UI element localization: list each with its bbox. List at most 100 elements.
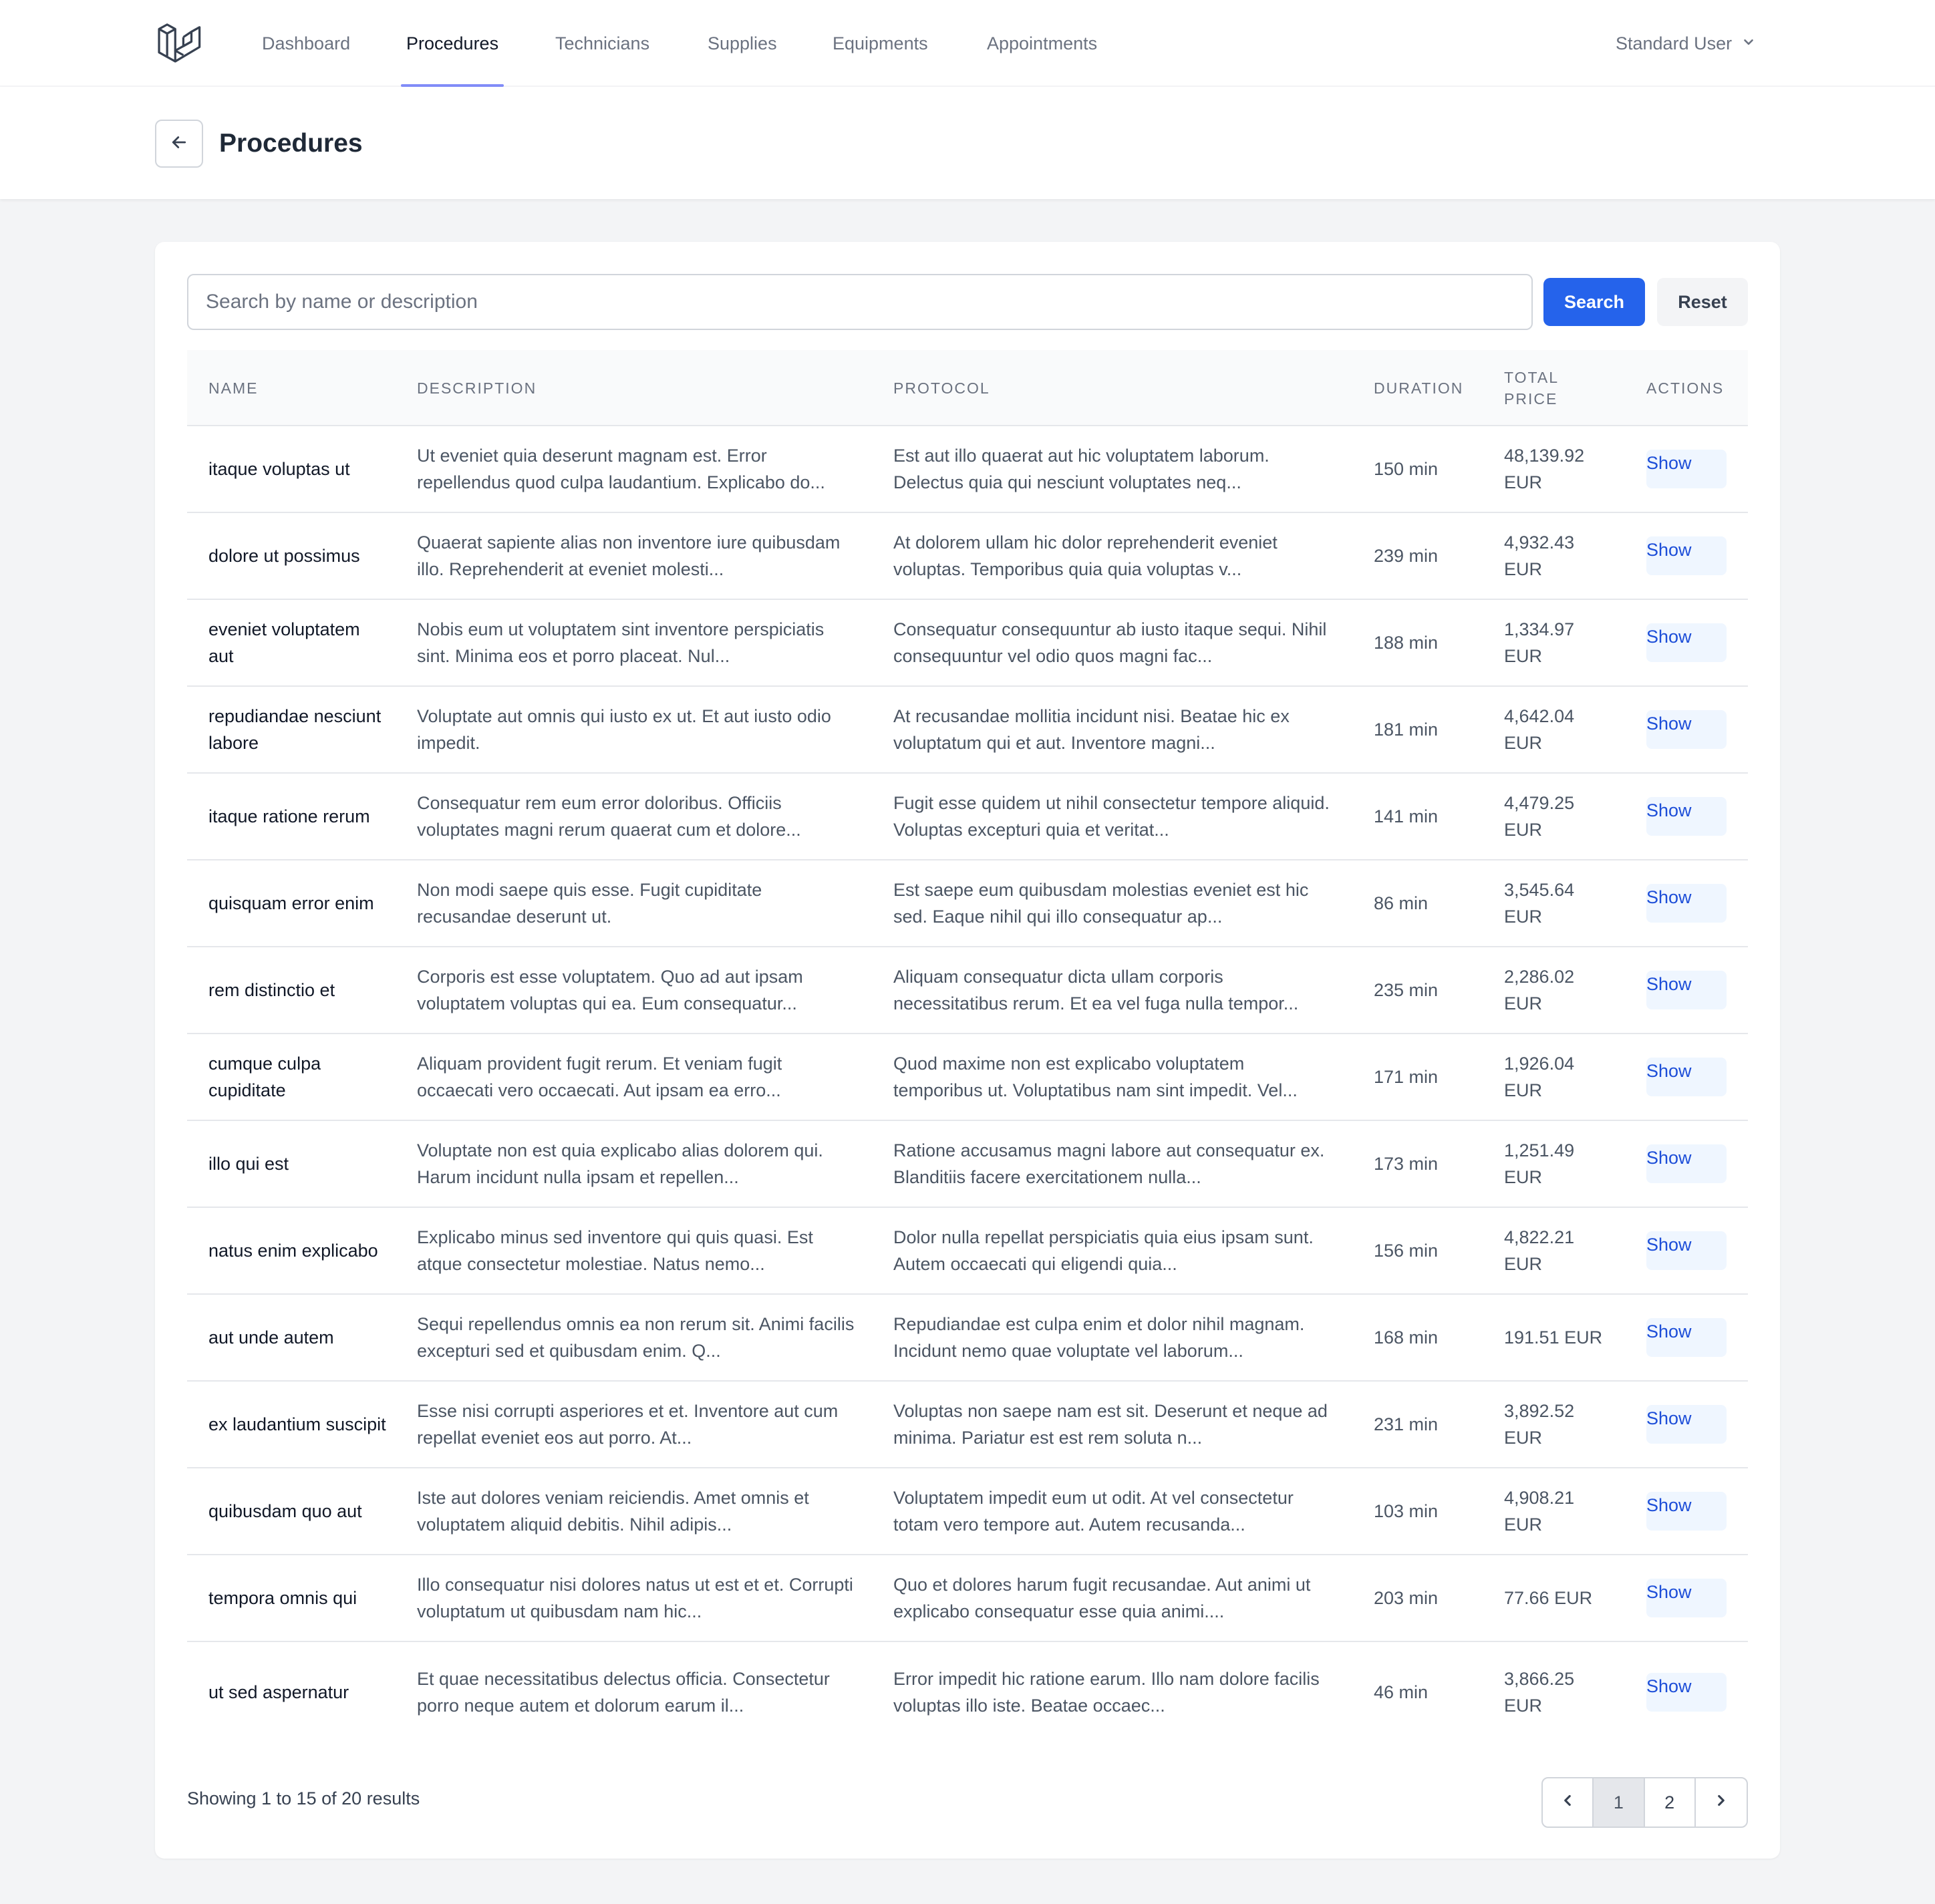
show-button[interactable]: Show bbox=[1646, 1058, 1727, 1096]
procedure-protocol: Est saepe eum quibusdam molestias evenie… bbox=[893, 880, 1309, 927]
procedure-name-cell: repudiandae nesciunt labore bbox=[208, 687, 389, 772]
procedure-total-price: 1,251.49 EUR bbox=[1504, 1140, 1575, 1187]
table-row: itaque voluptas ut Ut eveniet quia deseru… bbox=[187, 426, 1748, 513]
nav-item-appointments[interactable]: Appointments bbox=[987, 0, 1097, 87]
procedure-protocol-cell: At recusandae mollitia incidunt nisi. Be… bbox=[893, 687, 1334, 772]
procedure-total-price: 1,926.04 EUR bbox=[1504, 1054, 1575, 1100]
show-button[interactable]: Show bbox=[1646, 1144, 1727, 1183]
nav-item-dashboard[interactable]: Dashboard bbox=[262, 0, 350, 87]
actions-cell: Show bbox=[1646, 1468, 1733, 1554]
table-row: itaque ratione rerum Consequatur rem eum … bbox=[187, 774, 1748, 860]
column-header-actions: Actions bbox=[1646, 379, 1725, 397]
procedure-protocol-cell: Repudiandae est culpa enim et dolor nihi… bbox=[893, 1295, 1334, 1380]
procedure-description: Esse nisi corrupti asperiores et et. Inv… bbox=[417, 1401, 839, 1448]
procedure-protocol-cell: Est saepe eum quibusdam molestias evenie… bbox=[893, 860, 1334, 946]
page-button-1[interactable]: 1 bbox=[1594, 1778, 1645, 1827]
arrow-left-icon bbox=[169, 132, 189, 156]
table-row: dolore ut possimus Quaerat sapiente alias… bbox=[187, 513, 1748, 600]
show-button[interactable]: Show bbox=[1646, 1579, 1727, 1617]
previous-page-button[interactable] bbox=[1543, 1778, 1594, 1827]
nav-item-technicians[interactable]: Technicians bbox=[555, 0, 649, 87]
table-row: repudiandae nesciunt labore Voluptate aut… bbox=[187, 687, 1748, 774]
procedure-protocol-cell: Error impedit hic ratione earum. Illo na… bbox=[893, 1642, 1334, 1742]
procedure-description: Consequatur rem eum error doloribus. Off… bbox=[417, 793, 801, 840]
procedure-protocol-cell: Dolor nulla repellat perspiciatis quia e… bbox=[893, 1208, 1334, 1293]
procedure-duration-cell: 231 min bbox=[1374, 1382, 1481, 1467]
procedure-duration: 168 min bbox=[1374, 1327, 1439, 1347]
procedure-duration: 156 min bbox=[1374, 1241, 1439, 1261]
procedure-description: Nobis eum ut voluptatem sint inventore p… bbox=[417, 619, 825, 666]
procedure-duration-cell: 141 min bbox=[1374, 774, 1481, 859]
procedure-description-cell: Et quae necessitatibus delectus officia.… bbox=[417, 1642, 858, 1742]
show-button[interactable]: Show bbox=[1646, 623, 1727, 662]
show-button[interactable]: Show bbox=[1646, 1318, 1727, 1357]
show-button[interactable]: Show bbox=[1646, 884, 1727, 923]
procedure-name: ex laudantium suscipit bbox=[208, 1414, 386, 1434]
procedure-description: Voluptate aut omnis qui iusto ex ut. Et … bbox=[417, 706, 831, 753]
procedure-protocol: At dolorem ullam hic dolor reprehenderit… bbox=[893, 532, 1278, 579]
page-button-2[interactable]: 2 bbox=[1645, 1778, 1696, 1827]
procedure-total-price-cell: 4,479.25 EUR bbox=[1504, 774, 1611, 859]
procedures-card: Search Reset Name Description Protocol D… bbox=[155, 242, 1780, 1859]
procedure-duration-cell: 239 min bbox=[1374, 513, 1481, 599]
procedure-protocol-cell: Voluptatem impedit eum ut odit. At vel c… bbox=[893, 1468, 1334, 1554]
procedure-description: Et quae necessitatibus delectus officia.… bbox=[417, 1669, 830, 1716]
show-button[interactable]: Show bbox=[1646, 450, 1727, 488]
procedure-protocol: Voluptatem impedit eum ut odit. At vel c… bbox=[893, 1488, 1294, 1535]
procedure-total-price: 77.66 EUR bbox=[1504, 1588, 1593, 1608]
table-body: itaque voluptas ut Ut eveniet quia deseru… bbox=[187, 426, 1748, 1742]
search-input[interactable] bbox=[187, 274, 1533, 330]
procedure-total-price: 191.51 EUR bbox=[1504, 1327, 1603, 1347]
show-button[interactable]: Show bbox=[1646, 536, 1727, 575]
show-button[interactable]: Show bbox=[1646, 1492, 1727, 1531]
laravel-logo-icon[interactable] bbox=[155, 20, 204, 67]
table-header: Name Description Protocol Duration Total… bbox=[187, 350, 1748, 426]
actions-cell: Show bbox=[1646, 860, 1733, 946]
procedures-table: Name Description Protocol Duration Total… bbox=[187, 350, 1748, 1742]
table-row: quisquam error enim Non modi saepe quis e… bbox=[187, 860, 1748, 947]
next-page-button[interactable] bbox=[1696, 1778, 1747, 1827]
procedure-protocol: Quo et dolores harum fugit recusandae. A… bbox=[893, 1575, 1311, 1621]
show-button[interactable]: Show bbox=[1646, 710, 1727, 749]
user-menu[interactable]: Standard User bbox=[1616, 0, 1756, 87]
procedure-protocol: Ratione accusamus magni labore aut conse… bbox=[893, 1140, 1325, 1187]
nav-item-supplies[interactable]: Supplies bbox=[708, 0, 777, 87]
procedure-name-cell: eveniet voluptatem aut bbox=[208, 600, 389, 685]
nav-item-equipments[interactable]: Equipments bbox=[833, 0, 928, 87]
actions-cell: Show bbox=[1646, 1642, 1733, 1742]
actions-cell: Show bbox=[1646, 1208, 1733, 1293]
procedure-total-price-cell: 4,642.04 EUR bbox=[1504, 687, 1611, 772]
procedure-name: cumque culpa cupiditate bbox=[208, 1054, 321, 1100]
procedure-total-price-cell: 77.66 EUR bbox=[1504, 1555, 1611, 1641]
back-button[interactable] bbox=[155, 120, 203, 168]
show-button[interactable]: Show bbox=[1646, 971, 1727, 1009]
actions-cell: Show bbox=[1646, 687, 1733, 772]
procedure-description: Explicabo minus sed inventore qui quis q… bbox=[417, 1227, 813, 1274]
procedure-protocol-cell: Est aut illo quaerat aut hic voluptatem … bbox=[893, 426, 1334, 512]
procedure-total-price-cell: 4,908.21 EUR bbox=[1504, 1468, 1611, 1554]
actions-cell: Show bbox=[1646, 1121, 1733, 1207]
actions-cell: Show bbox=[1646, 1382, 1733, 1467]
procedure-duration-cell: 156 min bbox=[1374, 1208, 1481, 1293]
procedure-total-price: 3,866.25 EUR bbox=[1504, 1669, 1575, 1716]
show-button[interactable]: Show bbox=[1646, 797, 1727, 836]
procedure-protocol: Voluptas non saepe nam est sit. Deserunt… bbox=[893, 1401, 1328, 1448]
show-button[interactable]: Show bbox=[1646, 1405, 1727, 1444]
procedure-name-cell: illo qui est bbox=[208, 1121, 389, 1207]
procedure-total-price: 1,334.97 EUR bbox=[1504, 619, 1575, 666]
procedure-duration: 150 min bbox=[1374, 459, 1439, 479]
procedure-description-cell: Voluptate non est quia explicabo alias d… bbox=[417, 1121, 858, 1207]
nav-item-procedures[interactable]: Procedures bbox=[400, 0, 504, 87]
search-button[interactable]: Search bbox=[1543, 278, 1645, 326]
show-button[interactable]: Show bbox=[1646, 1231, 1727, 1270]
procedure-protocol-cell: Ratione accusamus magni labore aut conse… bbox=[893, 1121, 1334, 1207]
show-button[interactable]: Show bbox=[1646, 1673, 1727, 1712]
top-navigation: Dashboard Procedures Technicians Supplies Eq… bbox=[0, 0, 1935, 87]
actions-cell: Show bbox=[1646, 1555, 1733, 1641]
column-header-description: Description bbox=[417, 379, 537, 397]
procedure-duration: 203 min bbox=[1374, 1588, 1439, 1608]
procedure-duration-cell: 181 min bbox=[1374, 687, 1481, 772]
procedure-description: Illo consequatur nisi dolores natus ut e… bbox=[417, 1575, 853, 1621]
reset-button[interactable]: Reset bbox=[1657, 278, 1748, 326]
procedure-total-price-cell: 1,926.04 EUR bbox=[1504, 1034, 1611, 1120]
